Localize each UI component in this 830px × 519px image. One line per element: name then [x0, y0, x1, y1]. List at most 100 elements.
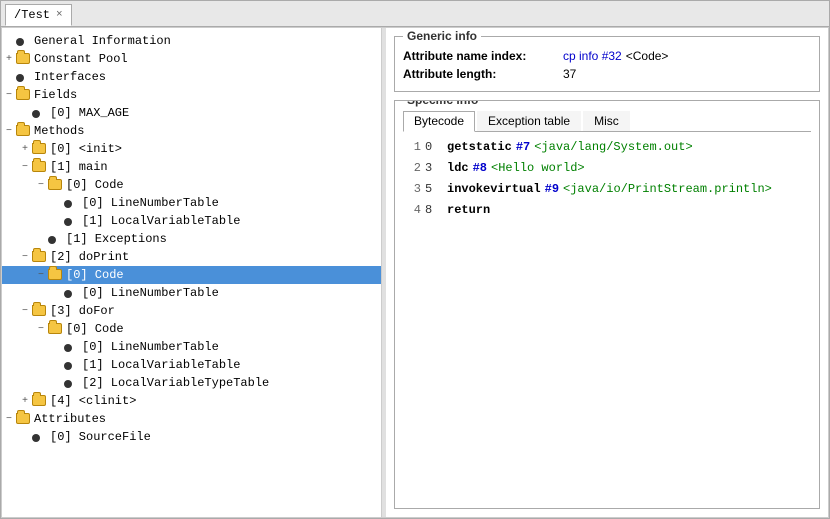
- expand-button[interactable]: −: [34, 322, 48, 336]
- expand-button[interactable]: −: [2, 88, 16, 102]
- node-label: Constant Pool: [34, 52, 128, 66]
- node-label: [2] doPrint: [50, 250, 129, 264]
- attr-name-label: Attribute name index:: [403, 49, 563, 63]
- tree-node-fields-max-age[interactable]: [0] MAX_AGE: [2, 104, 381, 122]
- bc-desc: <java/lang/System.out>: [534, 138, 692, 156]
- attr-name-link[interactable]: cp info #32: [563, 49, 622, 63]
- expand-button[interactable]: −: [34, 178, 48, 192]
- tree-node-general-info[interactable]: General Information: [2, 32, 381, 50]
- tree-node-methods-clinit[interactable]: + [4] <clinit>: [2, 392, 381, 410]
- expand-button[interactable]: +: [18, 142, 32, 156]
- bullet-icon: [16, 70, 32, 84]
- attr-name-row: Attribute name index: cp info #32 <Code>: [403, 49, 811, 63]
- tree-node-interfaces[interactable]: Interfaces: [2, 68, 381, 86]
- bc-line-num: 2: [403, 159, 421, 177]
- bc-offset: 3: [425, 159, 443, 177]
- node-label: [0] SourceFile: [50, 430, 151, 444]
- folder-icon: [32, 304, 48, 318]
- tree-node-dofor-localvar[interactable]: [1] LocalVariableTable: [2, 356, 381, 374]
- bullet-icon: [64, 340, 80, 354]
- tree-node-fields[interactable]: − Fields: [2, 86, 381, 104]
- bullet-icon: [32, 430, 48, 444]
- node-label: [1] main: [50, 160, 108, 174]
- tree-node-attributes[interactable]: − Attributes: [2, 410, 381, 428]
- right-panel: Generic info Attribute name index: cp in…: [386, 28, 828, 517]
- bc-ref-link[interactable]: #8: [473, 159, 487, 177]
- tab-test[interactable]: /Test ×: [5, 4, 72, 26]
- expand-button[interactable]: −: [34, 268, 48, 282]
- bc-opcode: invokevirtual: [447, 180, 541, 198]
- tab-label: /Test: [14, 8, 50, 22]
- node-label: [0] <init>: [50, 142, 122, 156]
- bc-offset: 0: [425, 138, 443, 156]
- inner-tabs-row: BytecodeException tableMisc: [403, 111, 811, 132]
- folder-icon: [32, 160, 48, 174]
- expand-button[interactable]: +: [18, 394, 32, 408]
- expand-button[interactable]: +: [2, 52, 16, 66]
- expand-button[interactable]: −: [18, 160, 32, 174]
- tree-node-methods-dofor[interactable]: −[3] doFor: [2, 302, 381, 320]
- node-label: Interfaces: [34, 70, 106, 84]
- folder-icon: [48, 268, 64, 282]
- folder-icon: [32, 142, 48, 156]
- bc-line-num: 3: [403, 180, 421, 198]
- expand-button[interactable]: −: [2, 124, 16, 138]
- generic-info-title: Generic info: [403, 29, 481, 43]
- node-label: [0] LineNumberTable: [82, 340, 219, 354]
- attr-length-label: Attribute length:: [403, 67, 563, 81]
- node-label: [0] LineNumberTable: [82, 196, 219, 210]
- tree-node-methods-main[interactable]: − [1] main: [2, 158, 381, 176]
- bytecode-line: 35invokevirtual#9<java/io/PrintStream.pr…: [403, 180, 811, 198]
- node-label: Fields: [34, 88, 77, 102]
- tree-node-methods-init[interactable]: + [0] <init>: [2, 140, 381, 158]
- tree-node-methods[interactable]: − Methods: [2, 122, 381, 140]
- tree-node-constant-pool[interactable]: + Constant Pool: [2, 50, 381, 68]
- tab-close-button[interactable]: ×: [56, 9, 63, 21]
- bullet-icon: [16, 34, 32, 48]
- tree-node-code-localvar[interactable]: [1] LocalVariableTable: [2, 212, 381, 230]
- attr-length-row: Attribute length: 37: [403, 67, 811, 81]
- tree-node-main-code[interactable]: −[0] Code: [2, 176, 381, 194]
- tab-bar: /Test ×: [1, 1, 829, 27]
- tree-node-dofor-linenumber[interactable]: [0] LineNumberTable: [2, 338, 381, 356]
- folder-icon: [32, 394, 48, 408]
- node-label: [4] <clinit>: [50, 394, 136, 408]
- inner-tab-exception-table[interactable]: Exception table: [477, 111, 581, 131]
- node-label: [1] LocalVariableTable: [82, 358, 240, 372]
- expand-button[interactable]: −: [18, 250, 32, 264]
- node-label: General Information: [34, 34, 171, 48]
- node-label: [2] LocalVariableTypeTable: [82, 376, 269, 390]
- node-label: [0] Code: [66, 322, 124, 336]
- bytecode-content: 10getstatic#7<java/lang/System.out>23ldc…: [403, 138, 811, 502]
- bc-desc: <java/io/PrintStream.println>: [563, 180, 772, 198]
- tree-node-dofor-code[interactable]: − [0] Code: [2, 320, 381, 338]
- tree-node-methods-doprint[interactable]: − [2] doPrint: [2, 248, 381, 266]
- folder-icon: [16, 88, 32, 102]
- inner-tab-misc[interactable]: Misc: [583, 111, 630, 131]
- bytecode-line: 10getstatic#7<java/lang/System.out>: [403, 138, 811, 156]
- bytecode-line: 48return: [403, 201, 811, 219]
- expand-button[interactable]: −: [18, 304, 32, 318]
- node-label: [1] LocalVariableTable: [82, 214, 240, 228]
- node-label: Attributes: [34, 412, 106, 426]
- tree-node-code-linenumber[interactable]: [0] LineNumberTable: [2, 194, 381, 212]
- tree-node-doprint-code[interactable]: −[0] Code: [2, 266, 381, 284]
- bc-ref-link[interactable]: #9: [545, 180, 559, 198]
- bullet-icon: [64, 376, 80, 390]
- generic-info-section: Generic info Attribute name index: cp in…: [394, 36, 820, 92]
- bc-ref-link[interactable]: #7: [516, 138, 530, 156]
- main-window: /Test × General Information + Constant Poo…: [0, 0, 830, 519]
- tree-node-attr-sourcefile[interactable]: [0] SourceFile: [2, 428, 381, 446]
- bullet-icon: [64, 196, 80, 210]
- tree-node-dofor-localvartype[interactable]: [2] LocalVariableTypeTable: [2, 374, 381, 392]
- attr-length-value: 37: [563, 67, 576, 81]
- tree-node-doprint-code-linenumber[interactable]: [0] LineNumberTable: [2, 284, 381, 302]
- bc-opcode: return: [447, 201, 490, 219]
- inner-tab-bytecode[interactable]: Bytecode: [403, 111, 475, 132]
- expand-button[interactable]: −: [2, 412, 16, 426]
- bullet-icon: [64, 214, 80, 228]
- folder-icon: [16, 124, 32, 138]
- node-label: Methods: [34, 124, 84, 138]
- folder-icon: [48, 178, 64, 192]
- tree-node-main-exceptions[interactable]: [1] Exceptions: [2, 230, 381, 248]
